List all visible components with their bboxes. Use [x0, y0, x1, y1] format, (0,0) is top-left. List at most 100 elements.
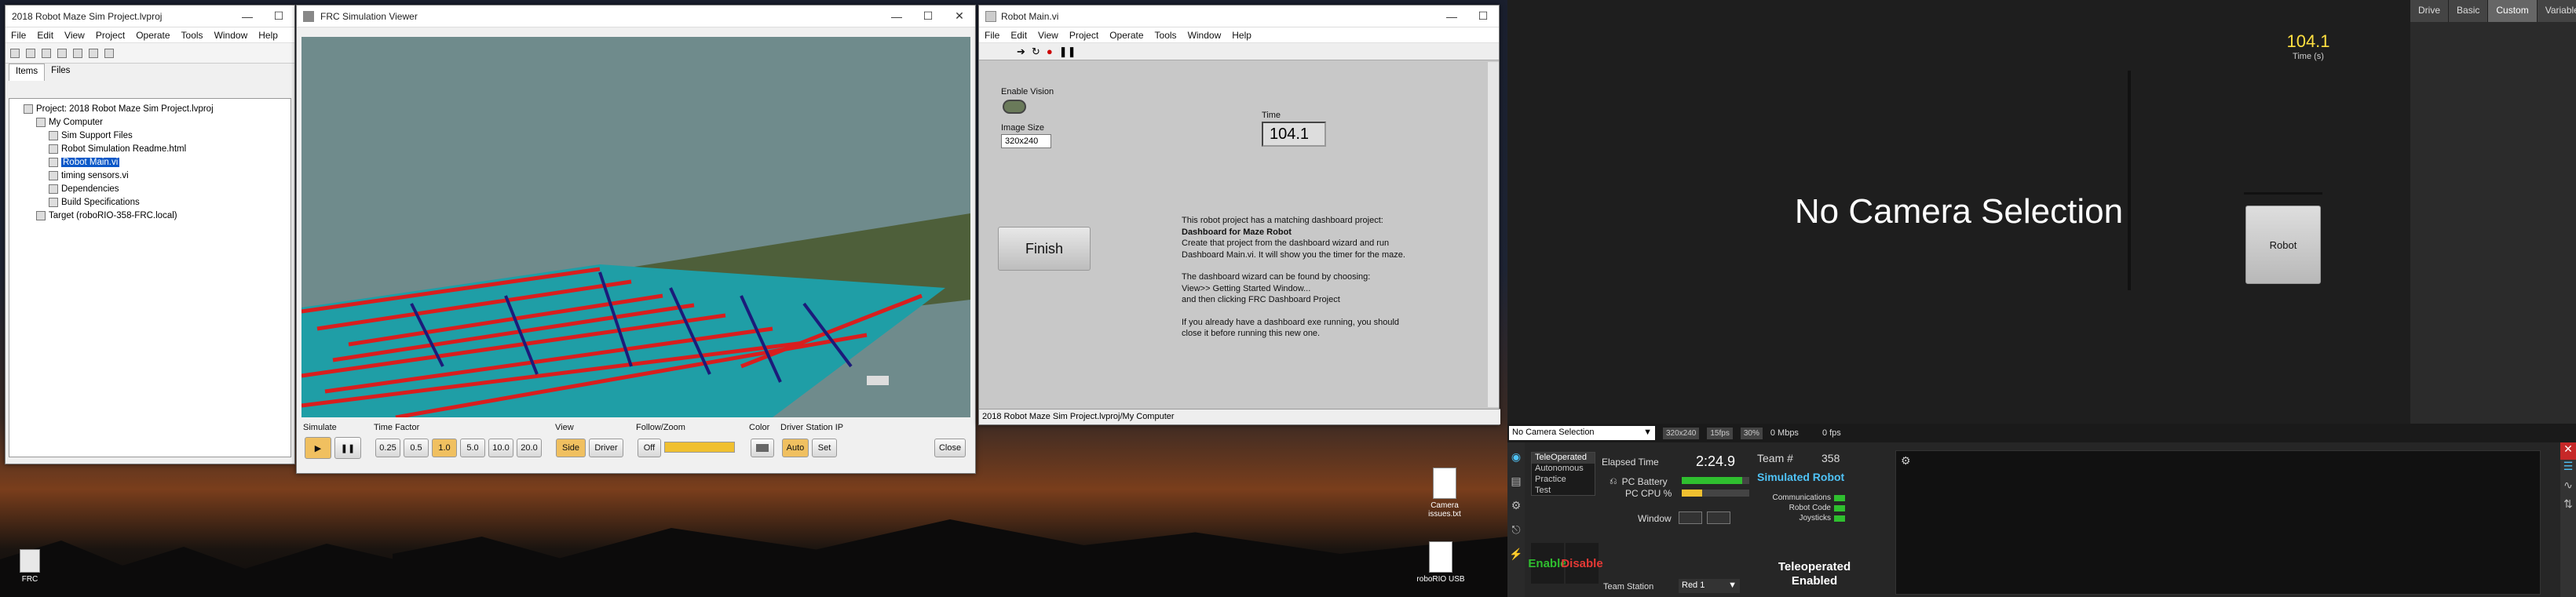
menu-edit[interactable]: Edit	[31, 30, 59, 41]
team-station-select[interactable]: Red 1 ▼	[1679, 579, 1740, 593]
charts-icon[interactable]: ∿	[2560, 479, 2576, 497]
finish-button[interactable]: Finish	[998, 227, 1091, 271]
desktop-icon-camera-issues[interactable]: Camera issues.txt	[1421, 468, 1468, 519]
mode-autonomous[interactable]: Autonomous	[1532, 464, 1595, 475]
tab-items[interactable]: Items	[9, 64, 46, 81]
run-continuous-icon[interactable]: ↻	[1032, 46, 1040, 58]
view-side-button[interactable]: Side	[556, 439, 586, 457]
pause-icon[interactable]: ❚❚	[1059, 46, 1076, 58]
gear-icon[interactable]: ⚙	[1901, 454, 1911, 468]
maximize-icon[interactable]: ☐	[912, 5, 944, 27]
tree-item[interactable]: Robot Simulation Readme.html	[13, 142, 287, 155]
mode-teleoperated[interactable]: TeleOperated	[1532, 453, 1595, 464]
desktop-icon-frc[interactable]: FRC	[14, 549, 46, 584]
cut-icon[interactable]	[57, 48, 67, 58]
tab-custom[interactable]: Custom	[2488, 0, 2538, 22]
close-icon[interactable]: ✕	[944, 5, 975, 27]
menu-help[interactable]: Help	[253, 30, 283, 41]
sim-titlebar[interactable]: FRC Simulation Viewer — ☐ ✕	[297, 5, 975, 27]
save-icon[interactable]	[42, 48, 51, 58]
minimize-icon[interactable]: —	[1436, 5, 1467, 27]
menu-view[interactable]: View	[1032, 30, 1064, 41]
maximize-icon[interactable]: ☐	[263, 5, 294, 27]
sim-3d-view[interactable]	[301, 37, 970, 417]
menu-tools[interactable]: Tools	[1149, 30, 1182, 41]
run-arrow-icon[interactable]: ➔	[1017, 46, 1025, 58]
menu-operate[interactable]: Operate	[1104, 30, 1149, 41]
paste-icon[interactable]	[89, 48, 98, 58]
disable-button[interactable]: Disable	[1561, 543, 1603, 584]
messages-icon[interactable]: ☰	[2560, 460, 2576, 479]
time-factor-1.0[interactable]: 1.0	[432, 439, 457, 457]
gear-icon[interactable]: ⚙	[1511, 499, 1522, 512]
menu-edit[interactable]: Edit	[1005, 30, 1032, 41]
menu-window[interactable]: Window	[1182, 30, 1227, 41]
copy-icon[interactable]	[73, 48, 82, 58]
diagnostics-icon[interactable]: ▤	[1511, 475, 1521, 488]
tab-files[interactable]: Files	[45, 64, 76, 81]
menu-project[interactable]: Project	[90, 30, 130, 41]
operation-icon[interactable]: ◉	[1511, 450, 1521, 464]
desktop-icon-roborio-usb[interactable]: roboRIO USB	[1409, 541, 1472, 584]
time-factor-0.25[interactable]: 0.25	[375, 439, 400, 457]
project-titlebar[interactable]: 2018 Robot Maze Sim Project.lvproj — ☐	[5, 5, 294, 27]
ds-ip-set-button[interactable]: Set	[812, 439, 837, 457]
time-factor-20.0[interactable]: 20.0	[517, 439, 542, 457]
time-factor-10.0[interactable]: 10.0	[488, 439, 513, 457]
menu-help[interactable]: Help	[1226, 30, 1257, 41]
tree-item[interactable]: Sim Support Files	[13, 129, 287, 142]
menu-tools[interactable]: Tools	[176, 30, 209, 41]
robot-main-titlebar[interactable]: Robot Main.vi — ☐	[979, 5, 1499, 27]
mode-test[interactable]: Test	[1532, 486, 1595, 497]
maximize-icon[interactable]: ☐	[1467, 5, 1499, 27]
menu-window[interactable]: Window	[209, 30, 254, 41]
tree-item[interactable]: Project: 2018 Robot Maze Sim Project.lvp…	[13, 102, 287, 115]
new-icon[interactable]	[10, 48, 20, 58]
power-icon[interactable]: ⚡	[1509, 548, 1522, 561]
zoom-slider[interactable]	[664, 442, 735, 453]
camera-select[interactable]: No Camera Selection ▼	[1509, 426, 1655, 440]
tab-drive[interactable]: Drive	[2410, 0, 2450, 22]
menu-file[interactable]: File	[5, 30, 31, 41]
tree-item[interactable]: Build Specifications	[13, 195, 287, 209]
time-factor-0.5[interactable]: 0.5	[404, 439, 429, 457]
minimize-icon[interactable]: —	[881, 5, 912, 27]
enable-vision-toggle[interactable]	[1003, 100, 1026, 114]
pause-button[interactable]: ❚❚	[334, 437, 361, 459]
menu-operate[interactable]: Operate	[130, 30, 175, 41]
menu-project[interactable]: Project	[1064, 30, 1104, 41]
view-driver-button[interactable]: Driver	[589, 439, 623, 457]
follow-off-button[interactable]: Off	[638, 439, 661, 457]
close-button[interactable]: Close	[934, 439, 966, 457]
window-mode-float-icon[interactable]	[1707, 511, 1730, 524]
tab-variables[interactable]: Variables	[2538, 0, 2576, 22]
ds-ip-auto-button[interactable]: Auto	[782, 439, 809, 457]
tree-item[interactable]: Dependencies	[13, 182, 287, 195]
minimize-icon[interactable]: —	[232, 5, 263, 27]
window-mode-docked-icon[interactable]	[1679, 511, 1702, 524]
tree-item[interactable]: My Computer	[13, 115, 287, 129]
tree-item[interactable]: timing sensors.vi	[13, 169, 287, 182]
both-icon[interactable]: ⇅	[2560, 497, 2576, 516]
color-button[interactable]	[751, 439, 774, 457]
fps-badge[interactable]: 15fps	[1707, 427, 1733, 439]
vertical-scrollbar[interactable]	[1488, 62, 1499, 407]
robot-button[interactable]: Robot	[2245, 206, 2321, 284]
tab-basic[interactable]: Basic	[2449, 0, 2489, 22]
tree-item[interactable]: Target (roboRIO-358-FRC.local)	[13, 209, 287, 222]
open-icon[interactable]	[26, 48, 35, 58]
menu-view[interactable]: View	[59, 30, 90, 41]
delete-icon[interactable]	[104, 48, 114, 58]
time-factor-5.0[interactable]: 5.0	[460, 439, 485, 457]
tree-item[interactable]: Robot Main.vi	[13, 155, 287, 169]
close-icon[interactable]: ✕	[2560, 442, 2576, 460]
image-size-field[interactable]: 320x240	[1001, 134, 1051, 148]
abort-icon[interactable]: ●	[1047, 46, 1053, 57]
enable-button[interactable]: Enable	[1528, 543, 1567, 584]
res-badge[interactable]: 320x240	[1663, 427, 1700, 439]
usb-icon[interactable]: ⎋	[1511, 523, 1520, 537]
quality-badge[interactable]: 30%	[1740, 427, 1763, 439]
play-button[interactable]: ▶	[305, 437, 331, 459]
menu-file[interactable]: File	[979, 30, 1005, 41]
mode-practice[interactable]: Practice	[1532, 475, 1595, 486]
